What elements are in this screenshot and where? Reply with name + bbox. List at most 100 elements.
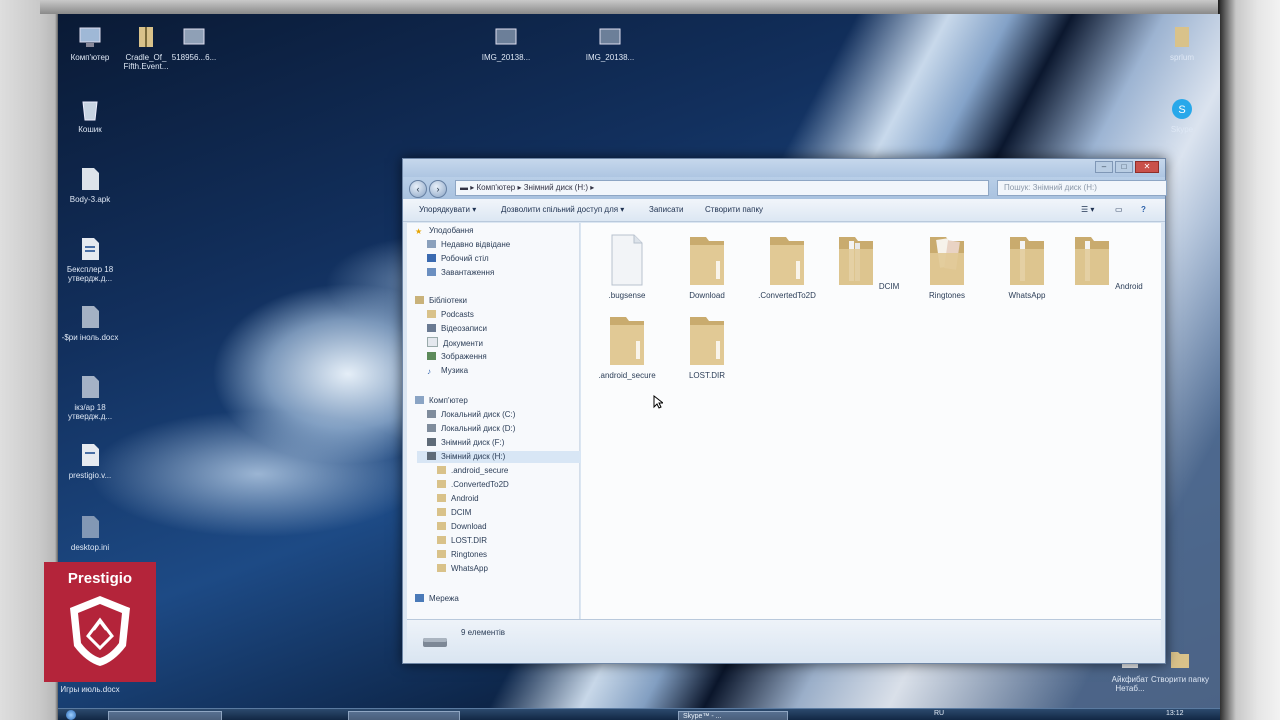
desktop-icon-computer[interactable]: Комп'ютер	[60, 24, 120, 62]
start-button[interactable]	[66, 710, 76, 720]
file-item[interactable]: .bugsense	[589, 231, 665, 300]
nav-label: WhatsApp	[451, 564, 488, 573]
nav-desktop[interactable]: Робочий стіл	[427, 253, 489, 265]
nav-libraries[interactable]: Бібліотеки	[415, 295, 467, 307]
folder-icon	[690, 237, 724, 285]
file-name: .ConvertedTo2D	[758, 291, 816, 300]
address-bar[interactable]: ▬ ▸ Комп'ютер ▸ Знімний диск (H:) ▸	[455, 180, 989, 196]
folder-icon	[1171, 652, 1189, 668]
desktop-icon-label: ікз/ар 18 утвердж.д...	[67, 403, 113, 421]
recent-places-icon	[427, 240, 436, 248]
nav-computer[interactable]: Комп'ютер	[415, 395, 468, 407]
language-indicator[interactable]: RU	[934, 710, 944, 717]
preview-pane-icon[interactable]: ▭	[1115, 205, 1123, 214]
nav-label: Недавно відвідане	[441, 240, 511, 249]
file-name: DCIM	[878, 282, 900, 291]
explorer-window[interactable]: – □ ✕ ‹ › ▬ ▸ Комп'ютер ▸ Знімний диск (…	[402, 158, 1167, 664]
breadcrumb-separator-icon: ▸	[588, 183, 595, 192]
folder-item[interactable]: .android_secure	[589, 311, 665, 380]
nav-drive-c[interactable]: Локальний диск (C:)	[427, 409, 515, 421]
window-titlebar[interactable]: – □ ✕	[403, 159, 1165, 177]
nav-podcasts[interactable]: Podcasts	[427, 309, 474, 321]
clock[interactable]: 13:12	[1166, 710, 1184, 717]
desktop-icon-doc-3[interactable]: ікз/ар 18 утвердж.д...	[60, 374, 120, 421]
breadcrumb-computer[interactable]: Комп'ютер	[476, 183, 515, 192]
folder-item[interactable]: Android	[1069, 231, 1145, 291]
desktop-icon-doc-1[interactable]: Бексплер 18 утвердж.д...	[60, 236, 120, 283]
share-button[interactable]: Дозволити спільний доступ для ▾	[501, 205, 624, 214]
desktop-icon-desktop-ini[interactable]: desktop.ini	[60, 514, 120, 552]
close-button[interactable]: ✕	[1135, 161, 1159, 173]
nav-label: Комп'ютер	[429, 396, 468, 405]
maximize-button[interactable]: □	[1115, 161, 1133, 173]
document-icon	[82, 444, 99, 466]
nav-subfolder[interactable]: LOST.DIR	[437, 535, 487, 547]
desktop-icon-recycle-bin[interactable]: Кошик	[60, 96, 120, 134]
nav-subfolder[interactable]: WhatsApp	[437, 563, 488, 575]
image-icon	[599, 28, 621, 45]
desktop-icon-doc-2[interactable]: -$ри іноль.docx	[60, 304, 120, 342]
nav-drive-h[interactable]: Знімний диск (H:)	[417, 451, 587, 463]
desktop-icon-label: IMG_20138...	[481, 53, 531, 62]
document-icon	[82, 376, 99, 398]
brand-name: Prestigio	[67, 570, 133, 587]
taskbar-item-skype[interactable]: Skype™ - ...	[678, 711, 788, 720]
nav-label: .android_secure	[451, 466, 509, 475]
back-button[interactable]: ‹	[409, 180, 427, 198]
nav-pictures[interactable]: Зображення	[427, 351, 487, 363]
taskbar-item[interactable]	[108, 711, 222, 720]
nav-subfolder[interactable]: Ringtones	[437, 549, 487, 561]
nav-subfolder[interactable]: .ConvertedTo2D	[437, 479, 509, 491]
help-icon[interactable]: ?	[1141, 205, 1146, 214]
desktop-icon-prestigio[interactable]: prestigio.v...	[60, 442, 120, 480]
breadcrumb-drive[interactable]: Знімний диск (H:)	[524, 183, 588, 192]
folder-icon	[437, 494, 446, 502]
nav-label: Android	[451, 494, 479, 503]
nav-documents[interactable]: Документи	[427, 337, 483, 349]
nav-recent[interactable]: Недавно відвідане	[427, 239, 510, 251]
nav-network[interactable]: Мережа	[415, 593, 459, 605]
folder-item[interactable]: DCIM	[829, 231, 905, 291]
minimize-button[interactable]: –	[1095, 161, 1113, 173]
desktop-icon-image-1[interactable]: 518956...6...	[164, 24, 224, 62]
folder-item[interactable]: Ringtones	[909, 231, 985, 300]
document-icon	[82, 306, 99, 328]
search-input[interactable]: Пошук: Знімний диск (H:)	[997, 180, 1167, 196]
desktop-icon-label: 518956...6...	[171, 53, 217, 62]
new-folder-button[interactable]: Створити папку	[705, 205, 763, 214]
folder-item[interactable]: .ConvertedTo2D	[749, 231, 825, 300]
view-options-icon[interactable]: ☰ ▾	[1081, 205, 1094, 214]
folder-item[interactable]: WhatsApp	[989, 231, 1065, 300]
removable-drive-icon	[423, 638, 447, 647]
removable-drive-icon	[427, 452, 436, 460]
folder-icon	[610, 317, 644, 365]
nav-subfolder[interactable]: DCIM	[437, 507, 471, 519]
nav-music[interactable]: ♪ Музика	[427, 365, 468, 377]
nav-drive-f[interactable]: Знімний диск (F:)	[427, 437, 504, 449]
desktop-icon-skype[interactable]: S Skype	[1152, 96, 1212, 134]
burn-button[interactable]: Записати	[649, 205, 684, 214]
folder-item[interactable]: Download	[669, 231, 745, 300]
desktop-icon-body-apk[interactable]: Body-3.apk	[60, 166, 120, 204]
nav-subfolder[interactable]: .android_secure	[437, 465, 508, 477]
desktop-icon-img-1[interactable]: IMG_20138...	[476, 24, 536, 62]
desktop-icon-img-2[interactable]: IMG_20138...	[580, 24, 640, 62]
nav-drive-d[interactable]: Локальний диск (D:)	[427, 423, 515, 435]
nav-videos[interactable]: Відеозаписи	[427, 323, 487, 335]
desktop-icon-sprlum[interactable]: sprlum	[1152, 24, 1212, 62]
computer-icon	[79, 27, 101, 47]
image-icon	[183, 28, 205, 45]
folder-item[interactable]: LOST.DIR	[669, 311, 745, 380]
taskbar-item[interactable]	[348, 711, 460, 720]
nav-subfolder[interactable]: Android	[437, 493, 479, 505]
nav-favorites[interactable]: ★ Уподобання	[415, 225, 473, 237]
skype-icon: S	[1172, 99, 1192, 119]
nav-label: Ringtones	[451, 550, 488, 559]
nav-downloads[interactable]: Завантаження	[427, 267, 494, 279]
forward-button[interactable]: ›	[429, 180, 447, 198]
organize-button[interactable]: Упорядкувати ▾	[419, 205, 476, 214]
desktop-icon-label: sprlum	[1169, 53, 1194, 62]
share-label: Дозволити спільний доступ для	[501, 205, 619, 214]
file-name: Ringtones	[928, 291, 966, 300]
nav-subfolder[interactable]: Download	[437, 521, 487, 533]
